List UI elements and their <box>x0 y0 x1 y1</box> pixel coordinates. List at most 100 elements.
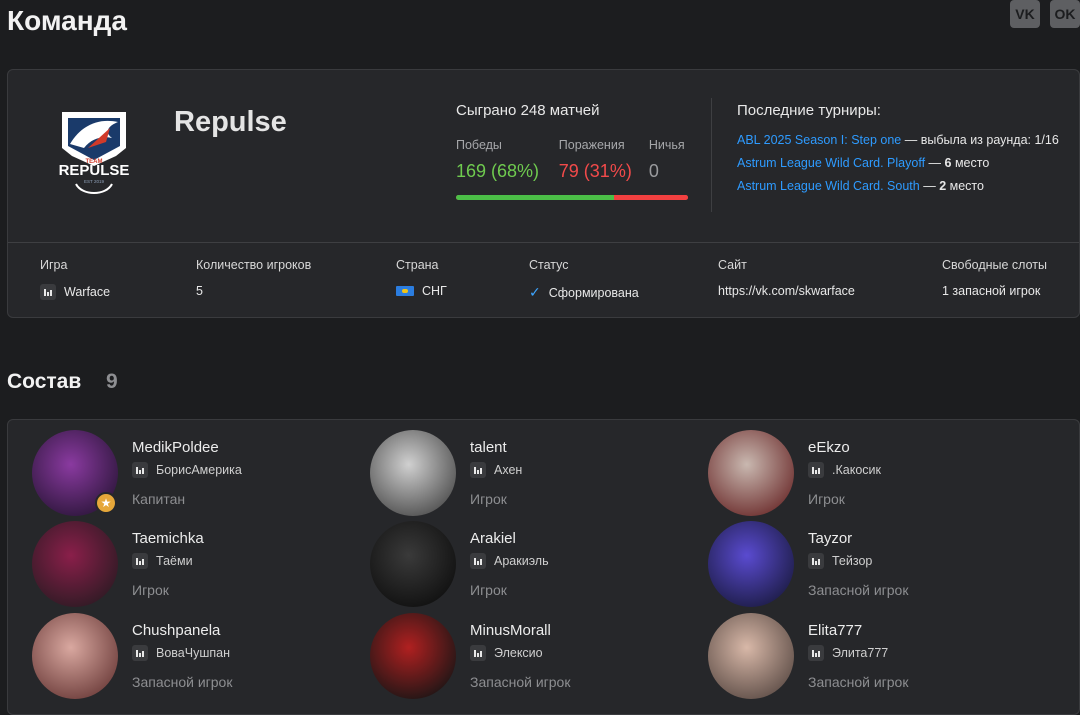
player-game-name: Элексио <box>494 646 543 660</box>
tournament-result: место <box>951 156 990 170</box>
tournament-item: Astrum League Wild Card. South — 2 место <box>737 179 1059 202</box>
players-label: Количество игроков <box>196 258 312 272</box>
player-game-name: Элита777 <box>832 646 889 660</box>
divider <box>711 98 712 212</box>
avatar[interactable] <box>370 613 456 699</box>
losses-value: 79 (31%) <box>558 161 632 181</box>
tournament-item: Astrum League Wild Card. Playoff — 6 мес… <box>737 156 1059 179</box>
avatar[interactable] <box>708 430 794 516</box>
player-alias: Элита777 <box>808 645 888 661</box>
player-nickname[interactable]: eEkzo <box>808 439 850 456</box>
player-role: Запасной игрок <box>132 674 233 690</box>
game-icon <box>470 553 486 569</box>
svg-text:EST 2019: EST 2019 <box>84 179 104 184</box>
game-icon <box>808 553 824 569</box>
player-nickname[interactable]: talent <box>470 439 507 456</box>
game-icon <box>470 462 486 478</box>
team-name: Repulse <box>174 106 287 138</box>
slots-label: Свободные слоты <box>942 258 1047 272</box>
player-game-name: ВоваЧушпан <box>156 646 230 660</box>
team-card: TEAM REPULSE EST 2019 Repulse Сыграно 24… <box>7 69 1080 318</box>
tournament-link[interactable]: Astrum League Wild Card. South <box>737 179 920 193</box>
tournament-item: ABL 2025 Season I: Step one — выбыла из … <box>737 133 1059 156</box>
player-game-name: .Какосик <box>832 463 881 477</box>
player-card[interactable]: talent Ахен Игрок <box>370 430 700 520</box>
game-icon <box>132 645 148 661</box>
status-label: Статус <box>529 258 569 272</box>
player-card[interactable]: Chushpanela ВоваЧушпан Запасной игрок <box>32 613 362 703</box>
page-title: Команда <box>7 5 127 36</box>
flag-icon <box>396 286 414 296</box>
player-game-name: Аракиэль <box>494 554 549 568</box>
avatar[interactable] <box>370 430 456 516</box>
game-icon <box>808 462 824 478</box>
avatar[interactable] <box>708 521 794 607</box>
divider <box>8 242 1079 243</box>
game-icon <box>40 284 56 300</box>
game-value[interactable]: Warface <box>64 285 110 299</box>
site-label: Сайт <box>718 258 747 272</box>
players-value: 5 <box>196 284 203 298</box>
player-alias: БорисАмерика <box>132 462 242 478</box>
player-card[interactable]: Taemichka Таёми Игрок <box>32 521 362 611</box>
team-logo: TEAM REPULSE EST 2019 <box>48 108 140 200</box>
ok-icon[interactable]: OK <box>1050 0 1080 28</box>
player-nickname[interactable]: Elita777 <box>808 622 862 639</box>
player-role: Игрок <box>470 582 507 598</box>
tournament-link[interactable]: Astrum League Wild Card. Playoff <box>737 156 925 170</box>
roster-count: 9 <box>106 370 118 393</box>
status-value: Сформирована <box>548 285 639 300</box>
player-alias: .Какосик <box>808 462 881 478</box>
player-card[interactable]: MinusMorall Элексио Запасной игрок <box>370 613 700 703</box>
avatar[interactable] <box>32 613 118 699</box>
player-nickname[interactable]: MinusMorall <box>470 622 551 639</box>
wins-label: Победы <box>456 138 502 152</box>
player-nickname[interactable]: MedikPoldee <box>132 439 219 456</box>
avatar[interactable] <box>32 521 118 607</box>
player-alias: Тейзор <box>808 553 872 569</box>
player-alias: ВоваЧушпан <box>132 645 230 661</box>
avatar[interactable] <box>708 613 794 699</box>
win-bar-fill <box>456 195 614 200</box>
player-card[interactable]: Elita777 Элита777 Запасной игрок <box>708 613 1038 703</box>
game-icon <box>132 462 148 478</box>
player-card[interactable]: Tayzor Тейзор Запасной игрок <box>708 521 1038 611</box>
player-role: Игрок <box>132 582 169 598</box>
player-nickname[interactable]: Chushpanela <box>132 622 220 639</box>
vk-icon[interactable]: VK <box>1010 0 1040 28</box>
player-card[interactable]: eEkzo .Какосик Игрок <box>708 430 1038 520</box>
tournament-result: место <box>946 179 984 193</box>
player-nickname[interactable]: Arakiel <box>470 530 516 547</box>
player-game-name: Ахен <box>494 463 523 477</box>
info-game: Игра Warface <box>40 258 110 300</box>
loss-bar-fill <box>613 195 688 200</box>
player-role: Игрок <box>808 491 845 507</box>
player-nickname[interactable]: Taemichka <box>132 530 204 547</box>
losses-label: Поражения <box>558 138 625 152</box>
game-icon <box>132 553 148 569</box>
player-alias: Таёми <box>132 553 193 569</box>
player-alias: Ахен <box>470 462 522 478</box>
country-label: Страна <box>396 258 439 272</box>
win-loss-bar <box>456 195 688 200</box>
recent-tournaments: Последние турниры: ABL 2025 Season I: St… <box>737 102 1059 202</box>
player-card[interactable]: ★ MedikPoldee БорисАмерика Капитан <box>32 430 362 520</box>
player-game-name: Таёми <box>156 554 193 568</box>
tournament-link[interactable]: ABL 2025 Season I: Step one <box>737 133 901 147</box>
info-players: Количество игроков 5 <box>196 258 311 298</box>
game-icon <box>470 645 486 661</box>
tournament-separator: — <box>925 156 945 170</box>
captain-star-icon: ★ <box>95 492 117 514</box>
player-game-name: БорисАмерика <box>156 463 242 477</box>
slots-value: 1 запасной игрок <box>942 284 1041 298</box>
info-slots: Свободные слоты 1 запасной игрок <box>942 258 1047 298</box>
tournament-result: выбыла из раунда: 1/16 <box>920 133 1059 147</box>
draws-value: 0 <box>648 161 659 181</box>
player-nickname[interactable]: Tayzor <box>808 530 852 547</box>
wins-value: 169 (68%) <box>456 161 540 181</box>
avatar[interactable] <box>370 521 456 607</box>
player-card[interactable]: Arakiel Аракиэль Игрок <box>370 521 700 611</box>
info-country: Страна СНГ <box>396 258 447 298</box>
site-link[interactable]: https://vk.com/skwarface <box>718 284 855 298</box>
svg-text:REPULSE: REPULSE <box>59 162 130 179</box>
